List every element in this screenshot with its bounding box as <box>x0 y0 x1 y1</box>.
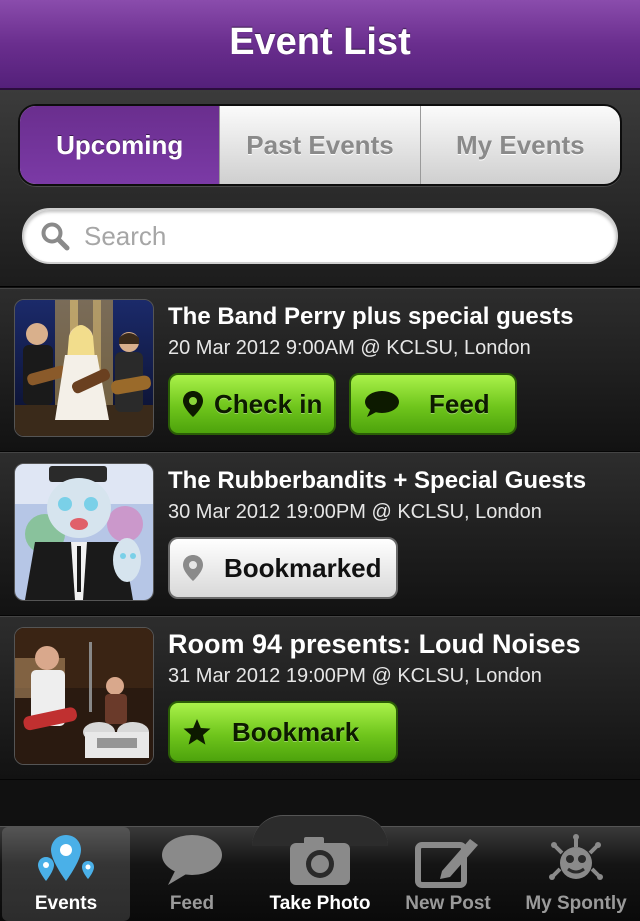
tab-past-events[interactable]: Past Events <box>219 106 419 184</box>
tab-my-spontly[interactable]: My Spontly <box>512 827 640 921</box>
event-row[interactable]: Room 94 presents: Loud Noises 31 Mar 201… <box>0 616 640 780</box>
tab-events[interactable]: Events <box>2 827 130 921</box>
tab-upcoming[interactable]: Upcoming <box>20 106 220 184</box>
page-title: Event List <box>229 21 411 63</box>
search-input[interactable] <box>82 219 586 253</box>
tab-bar: Events Feed Take Photo New Post My Spont… <box>0 815 640 921</box>
event-datetime: 30 Mar 2012 19:00PM @ KCLSU, London <box>168 501 542 523</box>
pencil-icon <box>415 839 478 888</box>
event-title: Room 94 presents: Loud Noises <box>168 629 581 659</box>
map-pins-icon <box>38 835 94 881</box>
tab-label: New Post <box>405 893 491 914</box>
tab-label: My Spontly <box>525 893 627 914</box>
bookmark-label: Bookmark <box>232 716 360 747</box>
event-thumbnail <box>14 627 154 765</box>
event-datetime: 31 Mar 2012 19:00PM @ KCLSU, London <box>168 665 542 687</box>
filter-bar: Upcoming Past Events My Events <box>0 90 640 287</box>
map-pin-icon <box>183 555 203 581</box>
tab-new-post[interactable]: New Post <box>384 827 512 921</box>
event-datetime: 20 Mar 2012 9:00AM @ KCLSU, London <box>168 337 531 359</box>
tab-feed[interactable]: Feed <box>128 827 256 921</box>
speech-bubble-icon <box>162 835 222 885</box>
tab-label: Take Photo <box>269 893 371 914</box>
speech-bubble-icon <box>365 391 399 417</box>
check-in-button[interactable]: Check in <box>168 373 336 435</box>
camera-icon <box>290 837 350 885</box>
search-icon <box>41 222 70 251</box>
event-list: The Band Perry plus special guests 20 Ma… <box>0 288 640 780</box>
feed-label: Feed <box>429 388 490 419</box>
bookmark-button[interactable]: Bookmark <box>168 701 398 763</box>
star-icon <box>183 719 211 745</box>
tab-label: Events <box>34 893 98 914</box>
bookmarked-label: Bookmarked <box>224 552 382 583</box>
event-thumbnail <box>14 299 154 437</box>
nav-bar: Event List <box>0 0 640 90</box>
map-pin-icon <box>183 391 203 417</box>
event-row[interactable]: The Rubberbandits + Special Guests 30 Ma… <box>0 452 640 616</box>
event-thumbnail <box>14 463 154 601</box>
check-in-label: Check in <box>214 388 323 419</box>
feed-button[interactable]: Feed <box>349 373 517 435</box>
event-title: The Rubberbandits + Special Guests <box>168 467 587 494</box>
search-bar[interactable] <box>22 208 618 264</box>
tab-label: Feed <box>169 893 215 914</box>
event-row[interactable]: The Band Perry plus special guests 20 Ma… <box>0 288 640 452</box>
spontly-logo-icon <box>549 834 603 880</box>
tab-my-events[interactable]: My Events <box>419 106 620 184</box>
bookmarked-button[interactable]: Bookmarked <box>168 537 398 599</box>
event-title: The Band Perry plus special guests <box>168 303 574 330</box>
tab-take-photo[interactable]: Take Photo <box>256 827 384 921</box>
event-filter-tabs: Upcoming Past Events My Events <box>18 104 622 186</box>
